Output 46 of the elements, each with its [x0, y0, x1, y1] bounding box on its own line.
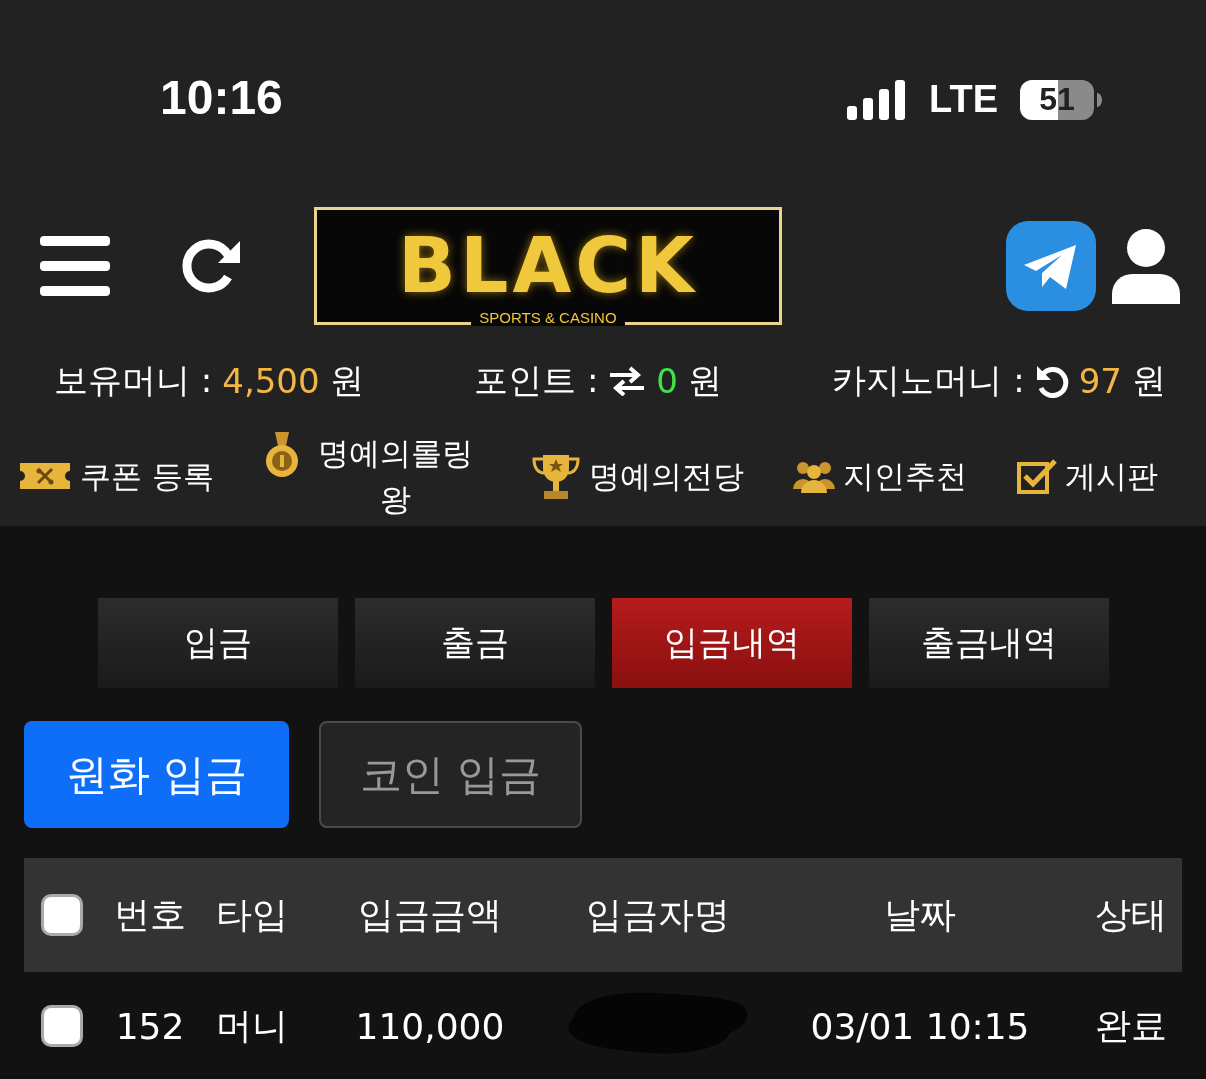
- currency-unit: 원: [1132, 359, 1166, 402]
- balance-amount: 97: [1078, 361, 1122, 401]
- currency-unit: 원: [329, 359, 364, 402]
- column-header: 날짜: [883, 892, 957, 937]
- column-header: 번호: [113, 892, 187, 937]
- user-icon[interactable]: [1112, 228, 1180, 304]
- column-header: 입금자명: [585, 892, 731, 937]
- exchange-icon: [608, 366, 647, 396]
- tab[interactable]: 출금: [355, 598, 595, 688]
- balance-amount: 0: [656, 361, 678, 401]
- battery-indicator: 51: [1020, 79, 1102, 120]
- row-checkbox[interactable]: [41, 1005, 83, 1047]
- deposit-type-button[interactable]: 코인 입금: [319, 721, 582, 828]
- table-cell-text: 03/01 10:15: [809, 1005, 1031, 1047]
- network-label: LTE: [929, 78, 998, 121]
- balance-label: 포인트 :: [474, 359, 599, 402]
- status-time: 10:16: [160, 70, 283, 125]
- column-header: 상태: [1094, 892, 1168, 937]
- menu-link[interactable]: 쿠폰 등록: [18, 453, 214, 499]
- column-header: 타입: [215, 892, 289, 937]
- balance-label: 보유머니 :: [54, 359, 213, 402]
- currency-unit: 원: [688, 359, 722, 402]
- menu-icon[interactable]: [40, 236, 110, 296]
- people-icon: [793, 459, 836, 493]
- telegram-icon[interactable]: [1006, 221, 1096, 311]
- menu-link[interactable]: 게시판: [1017, 453, 1158, 499]
- tab[interactable]: 입금: [98, 598, 338, 688]
- deposit-type-button[interactable]: 원화 입금: [24, 721, 289, 828]
- refresh-icon[interactable]: [182, 237, 242, 295]
- column-header: 입금금액: [357, 892, 503, 937]
- tab[interactable]: 입금내역: [612, 598, 852, 688]
- menu-link[interactable]: 지인추천: [793, 453, 968, 499]
- select-all-checkbox[interactable]: [41, 894, 83, 936]
- balance-label: 카지노머니 :: [832, 359, 1025, 402]
- brand-logo: BLACK SPORTS & CASINO: [314, 207, 782, 325]
- signal-icon: [847, 79, 908, 120]
- table-cell-text: 152: [114, 1005, 186, 1047]
- undo-icon: [1034, 364, 1069, 398]
- tab[interactable]: 출금내역: [869, 598, 1109, 688]
- checkbox-icon: [1017, 458, 1057, 494]
- balance-amount: 4,500: [222, 361, 320, 401]
- table-cell-text: 완료: [1094, 1003, 1168, 1048]
- table-cell-text: 110,000: [354, 1005, 506, 1047]
- table-cell-text: 머니: [215, 1003, 289, 1048]
- menu-link[interactable]: 명예의전당: [530, 451, 744, 501]
- menu-link[interactable]: 명예의롤링왕: [263, 430, 482, 522]
